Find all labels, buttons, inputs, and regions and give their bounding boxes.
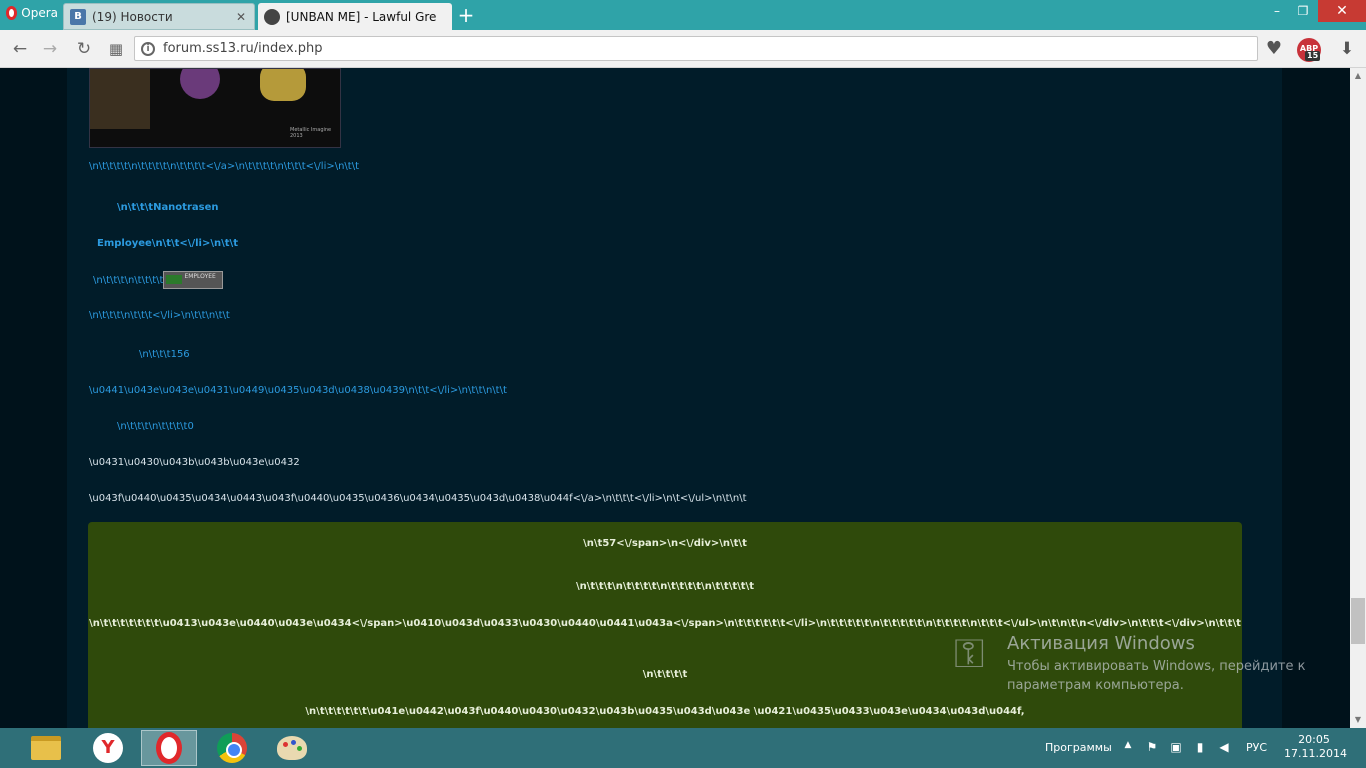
abp-count-badge: 15: [1305, 51, 1321, 61]
tab-bar: Opera В (19) Новости ✕ [UNBAN ME] - Lawf…: [0, 0, 1366, 30]
tab-unban-me[interactable]: [UNBAN ME] - Lawful Gre: [258, 3, 452, 30]
address-bar[interactable]: i: [134, 36, 1258, 61]
raw-text-line: \n\t57<\/span>\n<\/div>\n\t\t: [583, 538, 747, 549]
opera-logo-icon: [6, 5, 18, 20]
url-input[interactable]: [163, 41, 1257, 56]
raw-text-line: \n\t\t\t\n\t\t\t\t0: [117, 421, 194, 432]
forward-arrow-icon[interactable]: →: [38, 38, 62, 60]
maximize-button[interactable]: ❐: [1290, 0, 1316, 22]
raw-text-line: \n\t\t\t\n\t\t\t\t\n\t\t\t\t\n\t\t\t\t\t: [575, 581, 754, 592]
clock-date: 17.11.2014: [1284, 747, 1347, 760]
scrollbar-thumb[interactable]: [1351, 598, 1365, 644]
tab-label: (19) Новости: [92, 9, 173, 24]
site-info-icon[interactable]: i: [141, 41, 155, 56]
raw-text-fragment: \n\t\t\t\n\t\t\t\t: [93, 275, 164, 286]
paint-palette-icon: [277, 736, 307, 760]
folder-icon: [31, 736, 61, 760]
raw-text-line: \n\t\t\t\n\t\t\t<\/li>\n\t\t\n\t\t: [89, 310, 230, 321]
system-clock[interactable]: 20:05 17.11.2014: [1284, 733, 1347, 761]
speed-dial-grid-icon[interactable]: ▦: [104, 38, 128, 60]
scroll-up-icon[interactable]: ▲: [1350, 68, 1366, 84]
key-icon: ⚿: [954, 631, 985, 677]
avatar-caption: Metallic Imagine 2013: [290, 127, 332, 139]
clock-time: 20:05: [1298, 733, 1330, 746]
opera-menu-button[interactable]: Opera: [0, 0, 58, 25]
page-scrollbar[interactable]: ▲ ▼: [1350, 68, 1366, 728]
tray-expand-chevron-icon[interactable]: ▲: [1120, 740, 1136, 750]
raw-text-line: \n\t\t\t\t\t\t\u041e\u0442\u043f\u0440\u…: [305, 706, 1025, 717]
close-tab-icon[interactable]: ✕: [234, 10, 248, 24]
volume-icon[interactable]: ◀: [1216, 740, 1232, 754]
watermark-line: Чтобы активировать Windows, перейдите к: [1007, 659, 1306, 674]
raw-text-line: Employee\n\t\t<\/li>\n\t\t: [97, 238, 238, 249]
watermark-line: параметрам компьютера.: [1007, 678, 1184, 693]
raw-text-line: \n\t\t\t\t\n\t\t\t\t\n\t\t\t\t<\/a>\n\t\…: [89, 161, 360, 172]
yandex-browser-icon: Y: [93, 733, 123, 763]
user-avatar-image: Metallic Imagine 2013: [89, 68, 341, 148]
ss13-favicon-icon: [264, 8, 280, 25]
raw-text-line: \n\t\t\t156: [139, 349, 190, 360]
taskbar-paint[interactable]: [264, 730, 320, 766]
raw-text-line: \u0441\u043e\u043e\u0431\u0449\u0435\u04…: [89, 385, 507, 396]
battery-icon[interactable]: ▮: [1192, 740, 1208, 754]
minimize-button[interactable]: –: [1264, 0, 1290, 22]
raw-text-line: \n\t\t\t\n\t\t\t\t EMPLOYEE: [93, 271, 224, 289]
address-toolbar: ← → ↻ ▦ i ♥ ABP 15 ⬇: [0, 30, 1366, 68]
windows-taskbar: Y Программы ▲ ⚑ ▣ ▮ ◀ РУС 20:05 17.11.20…: [0, 728, 1366, 768]
chrome-icon: [217, 733, 247, 763]
new-tab-button[interactable]: +: [456, 4, 476, 26]
taskbar-chrome[interactable]: [204, 730, 260, 766]
opera-menu-label: Opera: [21, 5, 58, 20]
employee-badge-image: EMPLOYEE: [163, 271, 224, 289]
windows-activation-watermark: ⚿ Активация Windows Чтобы активировать W…: [950, 625, 1330, 705]
taskbar-opera[interactable]: [141, 730, 197, 766]
opera-icon: [156, 732, 182, 764]
tab-vk-news[interactable]: В (19) Новости ✕: [63, 3, 255, 30]
raw-text-line: \n\t\t\tNanotrasen: [117, 202, 219, 213]
adblock-plus-icon[interactable]: ABP 15: [1297, 38, 1321, 62]
raw-text-line: \u0431\u0430\u043b\u043b\u043e\u0432: [89, 457, 300, 468]
employee-badge-label: EMPLOYEE: [184, 273, 216, 280]
network-icon[interactable]: ▣: [1168, 740, 1184, 754]
taskbar-explorer[interactable]: [18, 730, 74, 766]
close-window-button[interactable]: ✕: [1318, 0, 1366, 22]
scroll-down-icon[interactable]: ▼: [1350, 712, 1366, 728]
tab-label: [UNBAN ME] - Lawful Gre: [286, 9, 437, 24]
reload-icon[interactable]: ↻: [72, 38, 96, 60]
language-indicator[interactable]: РУС: [1246, 741, 1267, 754]
action-center-flag-icon[interactable]: ⚑: [1144, 740, 1160, 754]
heart-bookmark-icon[interactable]: ♥: [1263, 38, 1285, 60]
programs-toolbar-label[interactable]: Программы: [1045, 741, 1112, 754]
taskbar-yandex-browser[interactable]: Y: [80, 730, 136, 766]
downloads-icon[interactable]: ⬇: [1336, 38, 1358, 60]
raw-text-line: \u043f\u0440\u0435\u0434\u0443\u043f\u04…: [89, 493, 747, 504]
watermark-title: Активация Windows: [1007, 633, 1195, 654]
vk-favicon-icon: В: [70, 8, 86, 25]
back-arrow-icon[interactable]: ←: [8, 38, 32, 60]
